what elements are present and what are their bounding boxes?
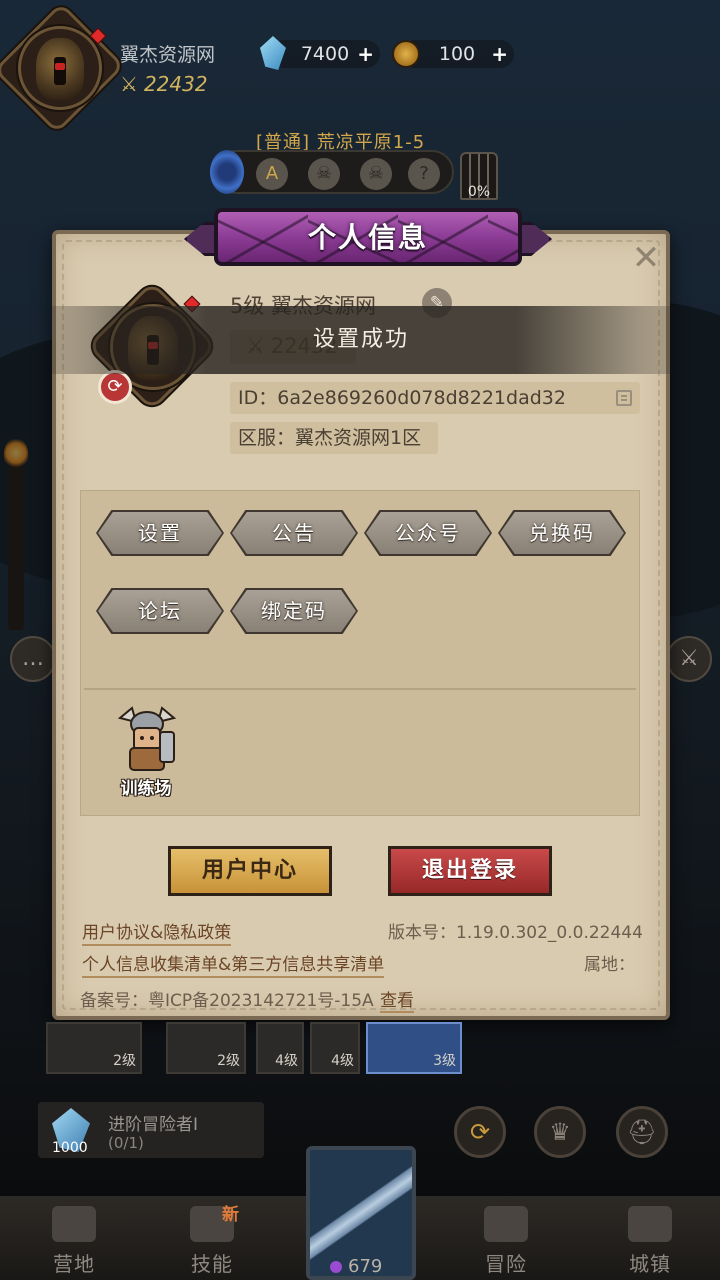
copy-icon[interactable] (616, 390, 632, 406)
nav-camp[interactable]: 营地 (24, 1206, 124, 1280)
agreement-privacy-link[interactable]: 用户协议&隐私政策 (82, 918, 232, 946)
add-coins-icon[interactable]: + (491, 40, 508, 68)
slot-level: 2级 (113, 1053, 136, 1069)
user-center-button[interactable]: 用户中心 (168, 846, 332, 896)
castle-icon (628, 1206, 672, 1242)
bind-code-button[interactable]: 绑定码 (230, 588, 358, 634)
crossed-swords-icon: ⚔ (120, 72, 138, 96)
hud-avatar[interactable] (0, 2, 125, 134)
notice-button-label: 公告 (232, 512, 356, 554)
add-gems-icon[interactable]: + (357, 40, 374, 68)
quest-tracker[interactable]: 1000 进阶冒险者Ⅰ (0/1) (38, 1102, 264, 1158)
equipment-slot[interactable]: 3级 (366, 1022, 462, 1074)
nav-skills[interactable]: 技能 (162, 1206, 262, 1280)
slot-level: 4级 (331, 1053, 354, 1069)
close-icon[interactable]: ✕ (628, 240, 664, 276)
new-badge: 新 (222, 1205, 239, 1225)
helmet-icon[interactable]: ⛑ (616, 1106, 668, 1158)
quest-title: 进阶冒险者Ⅰ (108, 1115, 199, 1135)
slot-level: 4级 (275, 1053, 298, 1069)
player-id-row: ID：6a2e869260d078d8221dad32 (230, 382, 640, 414)
center-count-value: 679 (348, 1256, 383, 1277)
tent-icon (52, 1206, 96, 1242)
stage-progress-bar: A ☠ ☠ ? (214, 150, 454, 194)
chat-icon[interactable]: … (10, 636, 56, 682)
official-account-button[interactable]: 公众号 (364, 510, 492, 556)
stage-node-skull: ☠ (308, 158, 340, 190)
panel-title-ribbon: 个人信息 (184, 208, 552, 268)
server-name: 区服：翼杰资源网1区 (230, 422, 438, 454)
redeem-code-button-label: 兑换码 (500, 512, 624, 554)
equipment-slot[interactable]: 2级 (166, 1022, 246, 1074)
forum-button[interactable]: 论坛 (96, 588, 224, 634)
training-ground-label: 训练场 (120, 779, 172, 799)
icp-view-link[interactable]: 查看 (380, 986, 414, 1013)
nav-skills-label: 技能 (191, 1252, 233, 1276)
settings-button-label: 设置 (98, 512, 222, 554)
official-account-button-label: 公众号 (366, 512, 490, 554)
map-icon (484, 1206, 528, 1242)
nav-adventure-label: 冒险 (485, 1252, 527, 1276)
notice-button[interactable]: 公告 (230, 510, 358, 556)
player-name: 翼杰资源网 (120, 44, 216, 66)
nav-town[interactable]: 城镇 (600, 1206, 700, 1280)
purple-orb-icon (330, 1261, 342, 1273)
settings-button[interactable]: 设置 (96, 510, 224, 556)
slot-level: 2级 (217, 1053, 240, 1069)
helmet-avatar-icon (36, 38, 84, 100)
info-collection-list-link[interactable]: 个人信息收集清单&第三方信息共享清单 (82, 950, 385, 978)
logout-button[interactable]: 退出登录 (388, 846, 552, 896)
panel-title: 个人信息 (307, 221, 428, 254)
gem-counter[interactable]: 7400 + (260, 36, 380, 70)
stage-node-unknown: ? (408, 158, 440, 190)
bind-code-button-label: 绑定码 (232, 590, 356, 632)
player-power: ⚔ 22432 (120, 72, 208, 96)
equipment-slots: 2级 2级 4级 4级 3级 (42, 1022, 676, 1074)
player-id: ID：6a2e869260d078d8221dad32 (238, 387, 566, 409)
boss-progress: 0% (467, 184, 491, 200)
stage-node-current: A (256, 158, 288, 190)
quest-reward: 1000 (52, 1140, 88, 1156)
change-avatar-icon[interactable]: ⟳ (98, 370, 132, 404)
refresh-icon[interactable]: ⟳ (454, 1106, 506, 1158)
forum-button-label: 论坛 (98, 590, 222, 632)
version-number: 版本号：1.19.0.302_0.0.22444 (388, 923, 643, 943)
quest-progress: (0/1) (108, 1134, 144, 1152)
coin-count: 100 (438, 43, 476, 65)
redeem-code-button[interactable]: 兑换码 (498, 510, 626, 556)
equipment-slot[interactable]: 4级 (256, 1022, 304, 1074)
equipment-slot[interactable]: 4级 (310, 1022, 360, 1074)
ip-location: 属地： (584, 955, 635, 975)
slot-level: 3级 (433, 1053, 456, 1069)
stage-node-skull: ☠ (360, 158, 392, 190)
boss-gate[interactable]: 0% (456, 132, 502, 202)
nav-adventure[interactable]: 冒险 (456, 1206, 556, 1280)
coin-counter[interactable]: 100 + (392, 40, 514, 68)
viking-warrior-icon (117, 706, 177, 771)
gem-count: 7400 (300, 43, 350, 65)
portal-icon (210, 150, 244, 194)
player-power-value: 22432 (143, 72, 208, 96)
training-ground-button[interactable]: 训练场 (104, 704, 188, 800)
center-count: 679 (330, 1256, 382, 1277)
icp-number: 备案号：粤ICP备2023142721号-15A (80, 991, 374, 1011)
crown-icon[interactable]: ♛ (534, 1106, 586, 1158)
nav-camp-label: 营地 (53, 1252, 95, 1276)
nav-town-label: 城镇 (629, 1252, 671, 1276)
coin-icon (392, 40, 420, 68)
divider (84, 688, 636, 690)
battle-icon[interactable]: ⚔ (666, 636, 712, 682)
toast-message: 设置成功 (52, 306, 670, 374)
equipment-slot[interactable]: 2级 (46, 1022, 142, 1074)
